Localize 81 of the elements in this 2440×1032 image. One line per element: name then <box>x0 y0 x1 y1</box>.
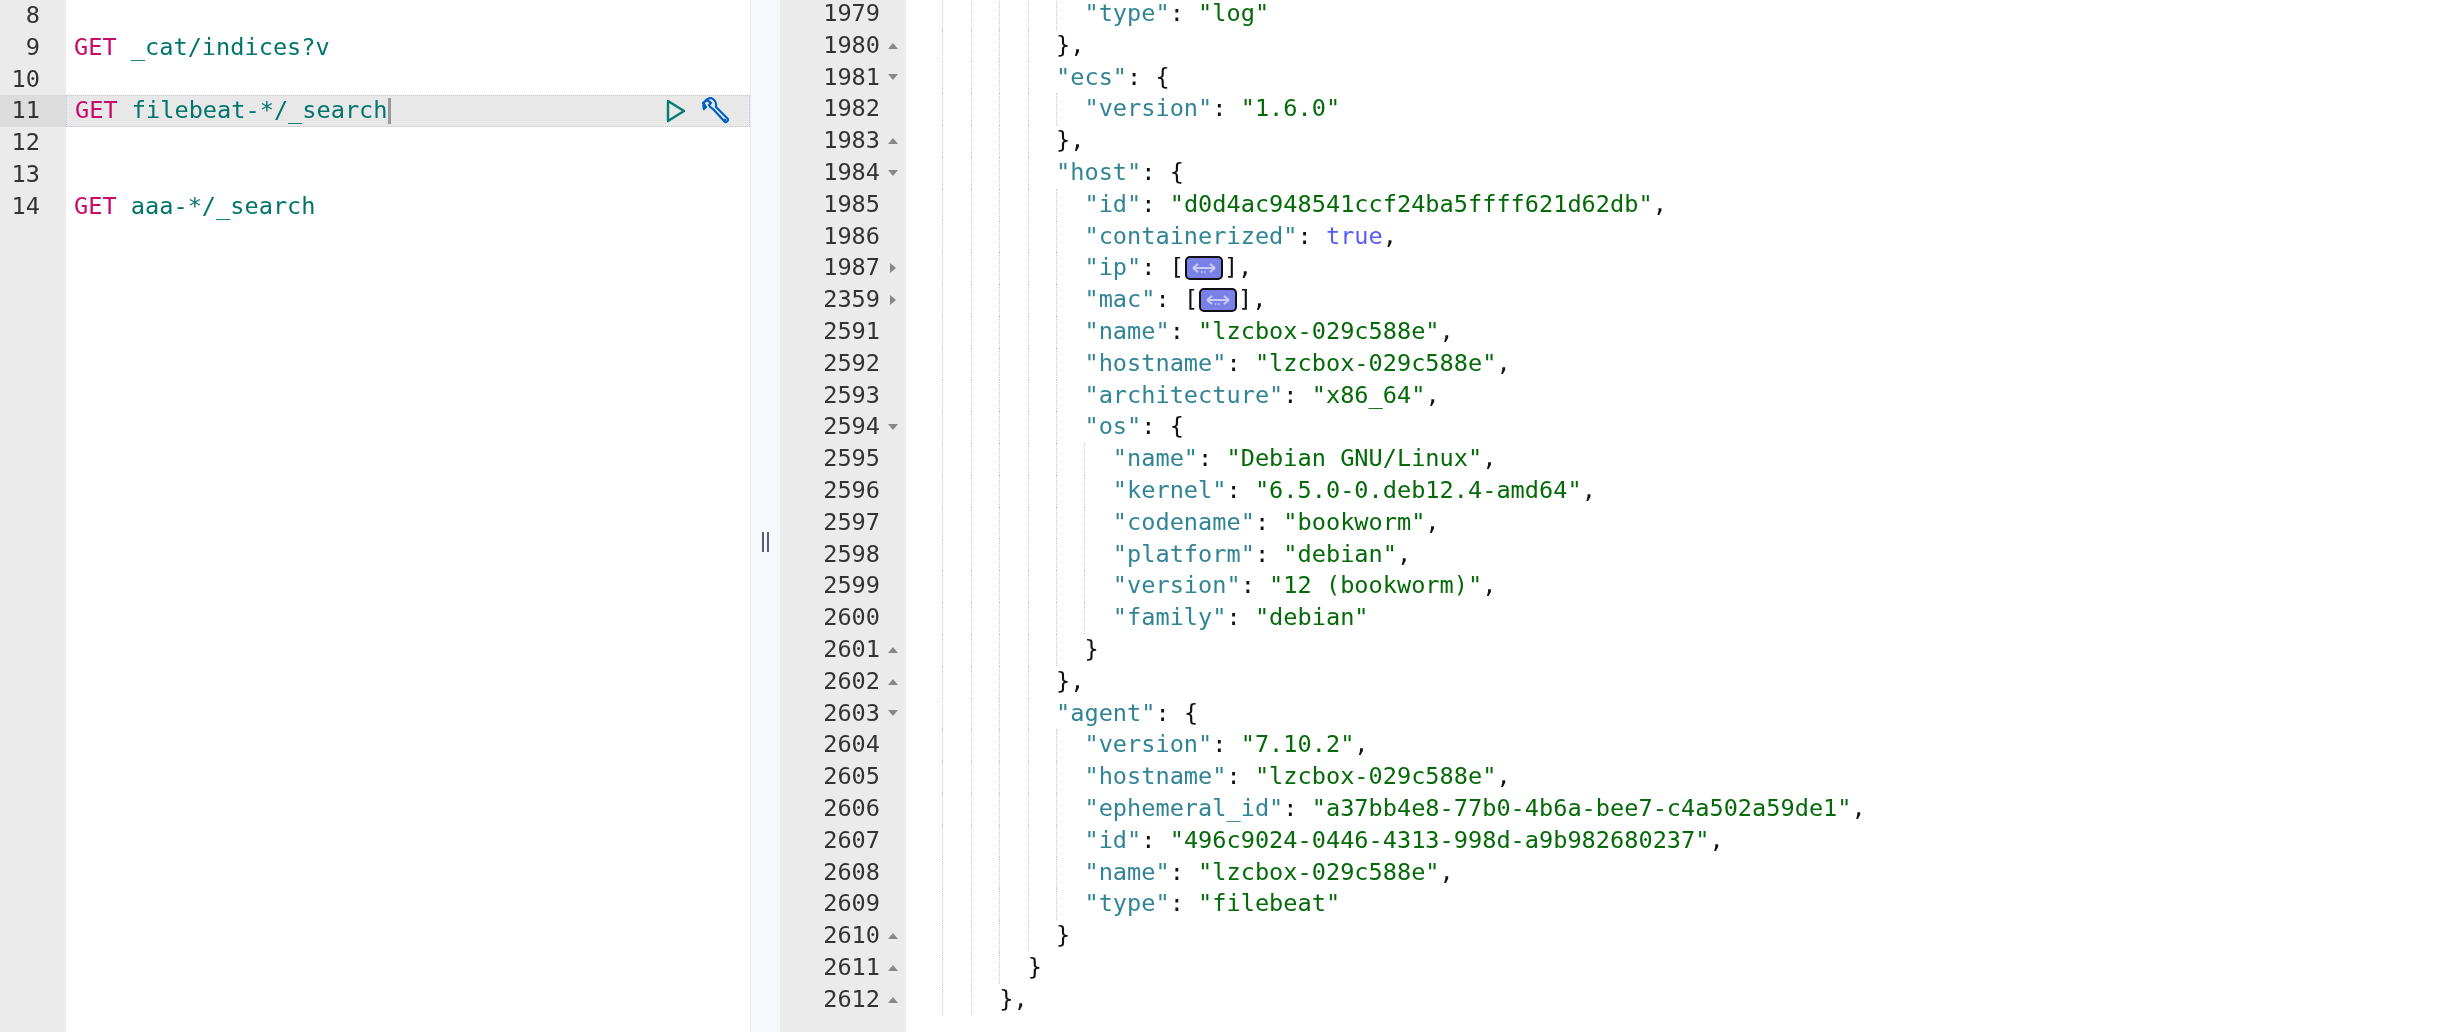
line-number: 2604 <box>822 729 880 761</box>
line-number: 2593 <box>822 379 880 411</box>
code-line: ], <box>1238 284 1267 316</box>
line-number: 13 <box>11 160 40 188</box>
code-line: }, <box>999 983 1028 1015</box>
line-number: 2607 <box>822 824 880 856</box>
code-line: } <box>1056 920 1071 952</box>
line-number: 2595 <box>822 443 880 475</box>
code-line: GET aaa-*/_search <box>74 190 316 222</box>
line-number: 2602 <box>822 665 880 697</box>
code-line: "name": "lzcbox-029c588e", <box>1084 315 1454 347</box>
code-line: "ephemeral_id": "a37bb4e8-77b0-4b6a-bee7-c4a502a59de1", <box>1084 792 1866 824</box>
line-number: 2600 <box>822 602 880 634</box>
code-line: "os": { <box>1084 411 1184 443</box>
line-number: 2597 <box>822 506 880 538</box>
line-number: 2591 <box>822 315 880 347</box>
line-number: 8 <box>25 1 40 29</box>
resize-handle[interactable] <box>760 531 771 553</box>
line-number: 2592 <box>822 347 880 379</box>
code-line: "mac": [ <box>1084 284 1199 316</box>
line-number: 12 <box>11 128 40 157</box>
collapsed-array-icon[interactable] <box>1184 256 1223 281</box>
code-line: "id": "496c9024-0446-4313-998d-a9b982680237", <box>1084 824 1724 856</box>
line-number: 1982 <box>822 93 880 125</box>
line-number: 2359 <box>822 284 880 316</box>
code-line: GET _cat/indices?v <box>74 31 330 63</box>
code-line: "architecture": "x86_64", <box>1084 379 1440 411</box>
line-number: 2599 <box>822 570 880 602</box>
collapsed-array-icon[interactable] <box>1199 288 1238 313</box>
code-line: "ecs": { <box>1056 61 1170 93</box>
code-line: "ip": [ <box>1084 252 1184 284</box>
line-number: 10 <box>11 64 40 93</box>
code-line: } <box>1027 951 1042 983</box>
line-number: 2612 <box>822 983 880 1015</box>
line-number: 2594 <box>822 411 880 443</box>
code-line: "hostname": "lzcbox-029c588e", <box>1084 761 1511 793</box>
line-number: 1986 <box>822 220 880 252</box>
play-icon[interactable] <box>665 98 687 125</box>
code-line: "agent": { <box>1056 697 1199 729</box>
line-number: 14 <box>11 191 40 220</box>
line-number: 2603 <box>822 697 880 729</box>
code-line: "id": "d0d4ac948541ccf24ba5ffff621d62db", <box>1084 188 1667 220</box>
line-number: 2598 <box>822 538 880 570</box>
code-line: } <box>1084 633 1099 665</box>
line-number: 9 <box>25 32 40 61</box>
line-number: 1987 <box>822 252 880 284</box>
code-line: }, <box>1056 665 1085 697</box>
code-line: "version": "12 (bookworm)", <box>1112 570 1497 602</box>
code-line: "type": "filebeat" <box>1084 888 1341 920</box>
code-line: }, <box>1056 29 1085 61</box>
code-line: "containerized": true, <box>1084 220 1397 252</box>
line-number: 2610 <box>822 920 880 952</box>
line-number: 2601 <box>822 633 880 665</box>
code-line: ], <box>1223 252 1253 284</box>
line-number: 1980 <box>822 29 880 61</box>
line-number: 11 <box>11 96 40 125</box>
line-number: 1979 <box>822 0 880 29</box>
code-line: "platform": "debian", <box>1112 538 1412 570</box>
code-line: "family": "debian" <box>1112 602 1369 634</box>
line-number: 1983 <box>822 125 880 157</box>
code-line: "kernel": "6.5.0-0.deb12.4-amd64", <box>1112 474 1596 506</box>
line-number: 2608 <box>822 856 880 888</box>
code-line: }, <box>1056 125 1085 157</box>
line-number: 1984 <box>822 157 880 188</box>
code-line: "version": "7.10.2", <box>1084 729 1369 761</box>
code-line: "name": "Debian GNU/Linux", <box>1112 443 1497 475</box>
code-line: "type": "log" <box>1084 0 1270 29</box>
line-number: 2609 <box>822 888 880 920</box>
code-line: "version": "1.6.0" <box>1084 93 1341 125</box>
line-number: 1985 <box>822 188 880 220</box>
line-number: 2605 <box>822 761 880 793</box>
line-number: 1981 <box>822 61 880 93</box>
line-number: 2606 <box>822 792 880 824</box>
line-number: 2611 <box>822 951 880 983</box>
line-number: 2596 <box>822 474 880 506</box>
code-line: "hostname": "lzcbox-029c588e", <box>1084 347 1511 379</box>
code-line: "name": "lzcbox-029c588e", <box>1084 856 1454 888</box>
code-line: "host": { <box>1056 157 1184 188</box>
code-line: "codename": "bookworm", <box>1112 506 1440 538</box>
text-cursor <box>387 98 391 125</box>
code-line: GET filebeat-*/_search <box>75 95 388 127</box>
